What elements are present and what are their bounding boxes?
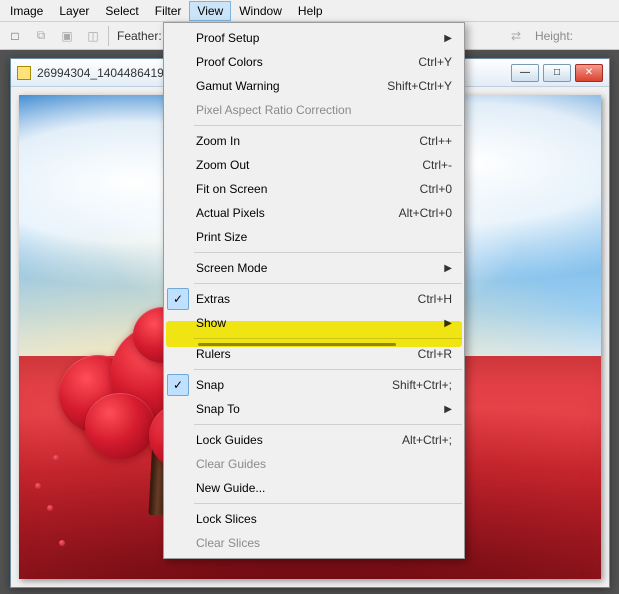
- menu-help[interactable]: Help: [290, 1, 331, 21]
- menu-filter[interactable]: Filter: [147, 1, 190, 21]
- menu-item-label: Zoom In: [192, 134, 419, 148]
- menu-item-label: Extras: [192, 292, 418, 306]
- selection-new-icon[interactable]: □: [4, 25, 26, 47]
- menu-item-zoom-out[interactable]: Zoom OutCtrl+-: [164, 153, 464, 177]
- menu-item-lock-guides[interactable]: Lock GuidesAlt+Ctrl+;: [164, 428, 464, 452]
- menu-item-label: Screen Mode: [192, 261, 438, 275]
- menu-item-zoom-in[interactable]: Zoom InCtrl++: [164, 129, 464, 153]
- height-label: Height:: [535, 29, 573, 43]
- menu-item-accelerator: Ctrl+H: [418, 292, 452, 306]
- menu-separator: [194, 283, 462, 284]
- menu-item-label: Clear Guides: [192, 457, 452, 471]
- menu-item-label: Proof Colors: [192, 55, 418, 69]
- selection-subtract-icon[interactable]: ▣: [56, 25, 78, 47]
- menu-item-label: Lock Slices: [192, 512, 452, 526]
- menu-item-new-guide[interactable]: New Guide...: [164, 476, 464, 500]
- menu-layer[interactable]: Layer: [51, 1, 97, 21]
- chevron-right-icon: ▶: [444, 263, 452, 274]
- menu-item-label: Print Size: [192, 230, 452, 244]
- document-icon: [17, 66, 31, 80]
- menu-item-snap-to[interactable]: Snap To ▶: [164, 397, 464, 421]
- check-icon: ✓: [167, 374, 189, 396]
- menu-item-label: Clear Slices: [192, 536, 452, 550]
- close-button[interactable]: ✕: [575, 64, 603, 82]
- menu-item-screen-mode[interactable]: Screen Mode ▶: [164, 256, 464, 280]
- menu-item-label: Pixel Aspect Ratio Correction: [192, 103, 452, 117]
- menu-item-label: Fit on Screen: [192, 182, 420, 196]
- menu-image[interactable]: Image: [2, 1, 51, 21]
- menu-item-label: Show: [192, 316, 438, 330]
- menu-item-lock-slices[interactable]: Lock Slices: [164, 507, 464, 531]
- menu-item-label: Gamut Warning: [192, 79, 387, 93]
- menu-item-label: New Guide...: [192, 481, 452, 495]
- chevron-right-icon: ▶: [444, 33, 452, 44]
- menu-item-label: Rulers: [192, 347, 418, 361]
- maximize-button[interactable]: □: [543, 64, 571, 82]
- check-icon: ✓: [167, 288, 189, 310]
- separator: [108, 26, 109, 46]
- menu-item-label: Lock Guides: [192, 433, 402, 447]
- menu-separator: [194, 252, 462, 253]
- menu-separator: [194, 338, 462, 339]
- menu-item-accelerator: Alt+Ctrl+0: [399, 206, 452, 220]
- menu-item-pixel-aspect-ratio-correction: Pixel Aspect Ratio Correction: [164, 98, 464, 122]
- menubar: Image Layer Select Filter View Window He…: [0, 0, 619, 22]
- menu-item-print-size[interactable]: Print Size: [164, 225, 464, 249]
- menu-item-accelerator: Ctrl+0: [420, 182, 452, 196]
- chevron-right-icon: ▶: [444, 404, 452, 415]
- menu-item-clear-slices: Clear Slices: [164, 531, 464, 555]
- menu-item-actual-pixels[interactable]: Actual PixelsAlt+Ctrl+0: [164, 201, 464, 225]
- menu-item-proof-setup[interactable]: Proof Setup ▶: [164, 26, 464, 50]
- annotation-underline: [198, 343, 396, 346]
- menu-item-accelerator: Alt+Ctrl+;: [402, 433, 452, 447]
- menu-separator: [194, 369, 462, 370]
- menu-separator: [194, 424, 462, 425]
- minimize-button[interactable]: —: [511, 64, 539, 82]
- menu-item-proof-colors[interactable]: Proof ColorsCtrl+Y: [164, 50, 464, 74]
- menu-select[interactable]: Select: [97, 1, 146, 21]
- menu-window[interactable]: Window: [231, 1, 290, 21]
- menu-item-snap[interactable]: ✓SnapShift+Ctrl+;: [164, 373, 464, 397]
- selection-add-icon[interactable]: ⧉: [30, 25, 52, 47]
- menu-item-label: Proof Setup: [192, 31, 438, 45]
- menu-separator: [194, 125, 462, 126]
- menu-item-label: Snap To: [192, 402, 438, 416]
- menu-separator: [194, 503, 462, 504]
- menu-item-show[interactable]: Show ▶: [164, 311, 464, 335]
- menu-item-accelerator: Ctrl++: [419, 134, 452, 148]
- menu-item-extras[interactable]: ✓ExtrasCtrl+H: [164, 287, 464, 311]
- swap-icon[interactable]: ⇄: [505, 25, 527, 47]
- menu-item-label: Snap: [192, 378, 392, 392]
- feather-label: Feather:: [117, 29, 162, 43]
- menu-item-gamut-warning[interactable]: Gamut WarningShift+Ctrl+Y: [164, 74, 464, 98]
- menu-view[interactable]: View: [189, 1, 231, 21]
- menu-item-accelerator: Ctrl+R: [418, 347, 452, 361]
- chevron-right-icon: ▶: [444, 318, 452, 329]
- menu-item-accelerator: Shift+Ctrl+;: [392, 378, 452, 392]
- menu-item-accelerator: Ctrl+-: [422, 158, 452, 172]
- selection-intersect-icon[interactable]: ◫: [82, 25, 104, 47]
- menu-item-accelerator: Ctrl+Y: [418, 55, 452, 69]
- menu-item-accelerator: Shift+Ctrl+Y: [387, 79, 452, 93]
- menu-item-clear-guides: Clear Guides: [164, 452, 464, 476]
- menu-item-label: Actual Pixels: [192, 206, 399, 220]
- menu-item-label: Zoom Out: [192, 158, 422, 172]
- menu-item-fit-on-screen[interactable]: Fit on ScreenCtrl+0: [164, 177, 464, 201]
- view-dropdown: Proof Setup▶Proof ColorsCtrl+YGamut Warn…: [163, 22, 465, 559]
